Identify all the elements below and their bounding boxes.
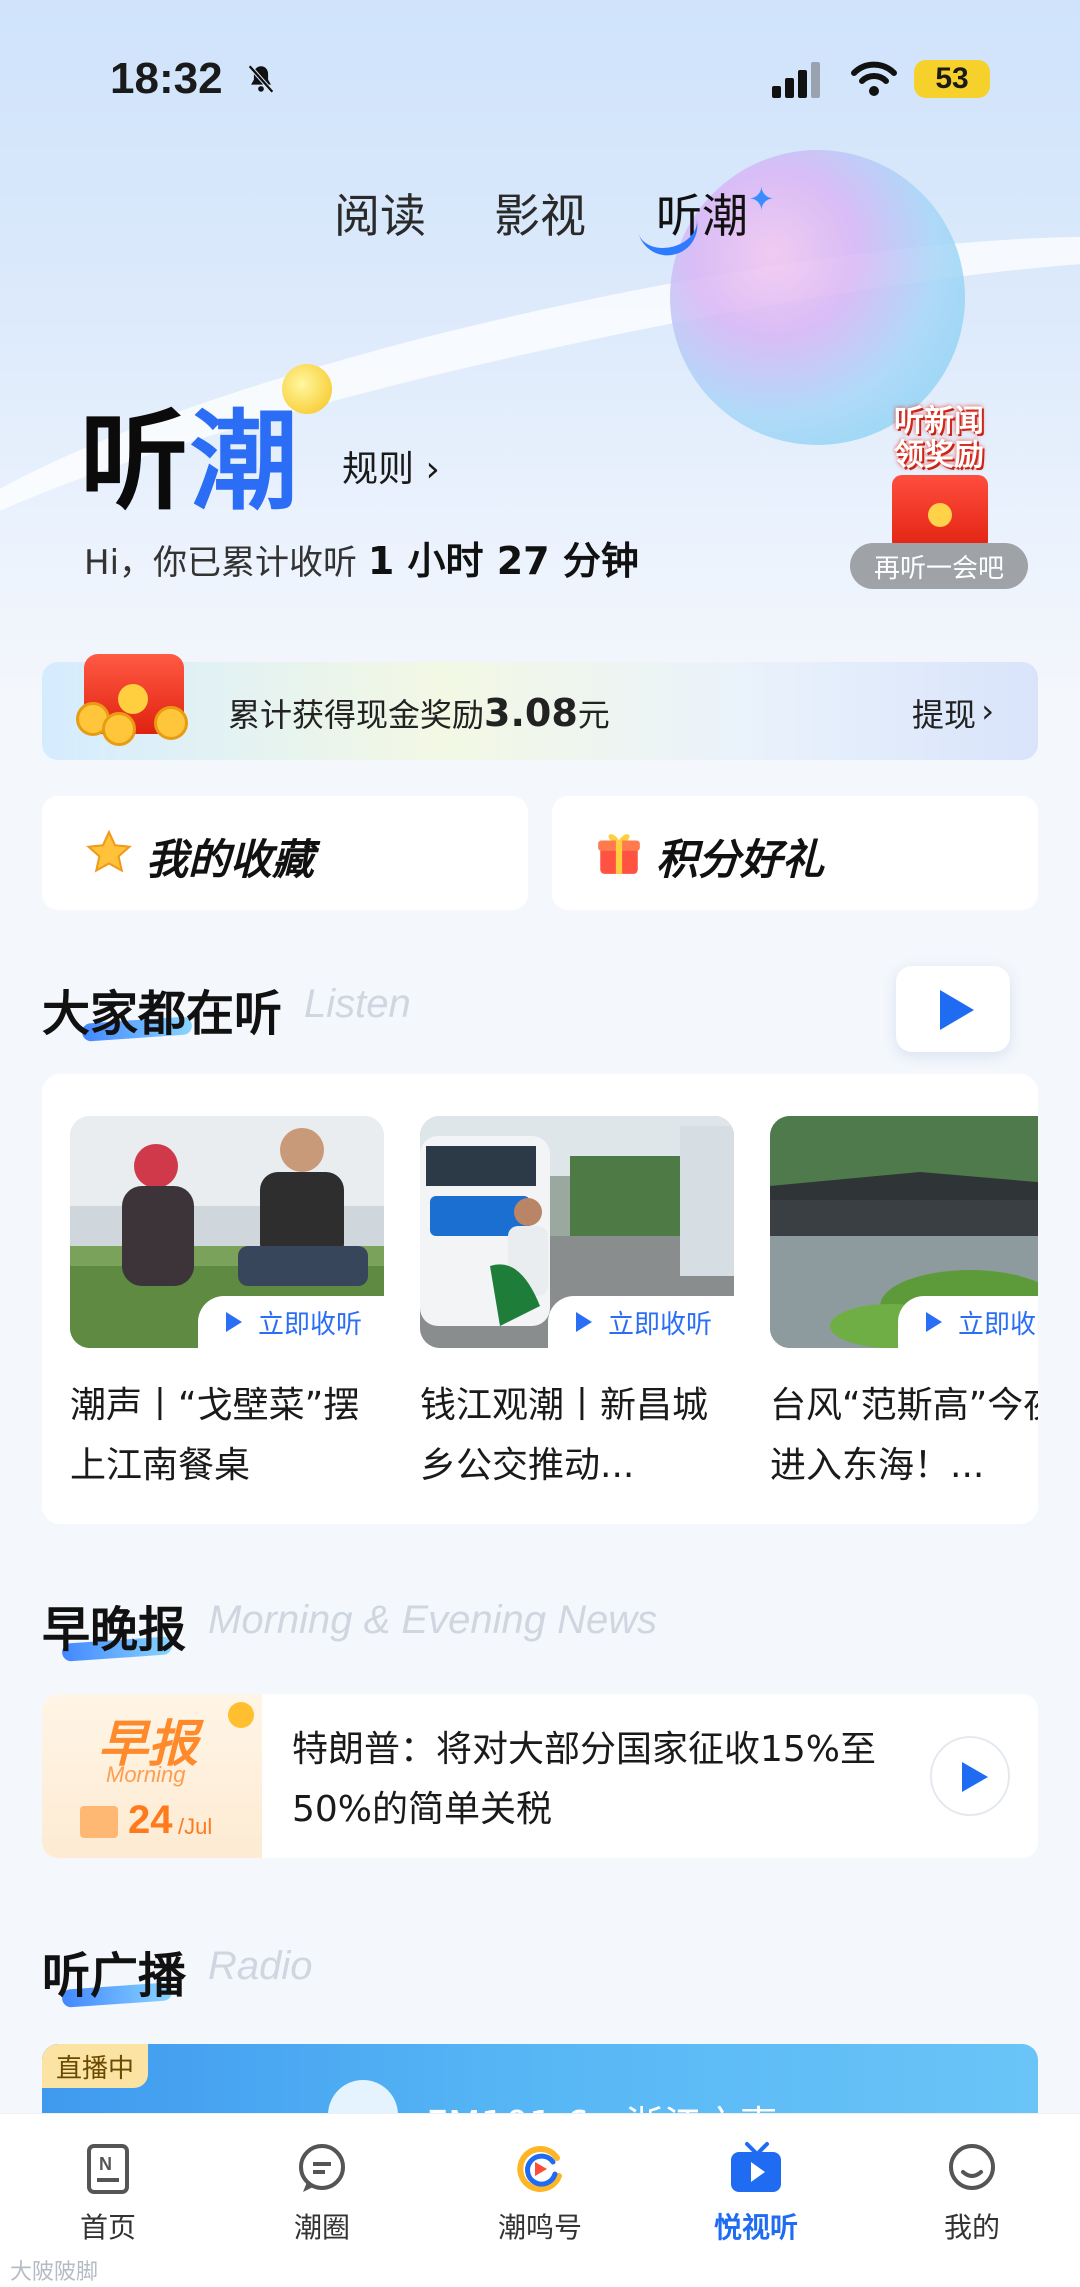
wifi-icon — [851, 61, 897, 96]
cash-reward-label: 累计获得现金奖励3.08元 — [228, 690, 610, 736]
play-all-button[interactable] — [896, 966, 1010, 1052]
gift-icon — [598, 834, 640, 874]
nav-chaoming-label: 潮鸣号 — [497, 2211, 582, 2244]
nav-profile[interactable]: 我的 — [912, 2140, 1032, 2246]
morning-news-card[interactable]: 早报 Morning 24 /Jul 特朗普：将对大部分国家征收15%至50%的… — [42, 1694, 1038, 1858]
cellular-signal-icon — [772, 62, 820, 98]
play-icon — [926, 1312, 942, 1332]
nav-home-label: 首页 — [79, 2211, 136, 2244]
chevron-right-icon: › — [981, 692, 994, 730]
listen-time-summary: Hi，你已累计收听 1 小时 27 分钟 — [84, 530, 639, 585]
cash-reward-text: 累计获得现金奖励 — [228, 696, 485, 734]
bottom-navigation: N 首页 潮圈 潮鸣号 悦视听 我的 — [0, 2113, 1080, 2287]
reward-title: 听新闻 领奖励 — [872, 405, 1006, 473]
badge-subtitle: Morning — [106, 1762, 186, 1787]
news-section-subtitle: Morning & Evening News — [208, 1598, 658, 1642]
listen-now-label: 立即收听 — [958, 1309, 1038, 1340]
nav-audio-video[interactable]: 悦视听 — [696, 2140, 816, 2246]
listen-section-title: 大家都在听 — [42, 986, 283, 1042]
play-icon — [226, 1312, 242, 1332]
listen-now-label: 立即收听 — [608, 1309, 713, 1340]
brand-icon — [511, 2140, 569, 2198]
listen-now-button[interactable]: 立即收听 — [548, 1296, 734, 1348]
star-icon — [86, 829, 132, 873]
radio-section-subtitle: Radio — [208, 1944, 313, 1988]
badge-day: 24 — [128, 1798, 173, 1842]
morning-badge: 早报 Morning 24 /Jul — [42, 1694, 262, 1858]
news-play-button[interactable] — [930, 1736, 1010, 1816]
cash-amount: 3.08 — [484, 691, 578, 735]
page-title-part2: 潮 — [190, 400, 301, 525]
newspaper-icon — [80, 1806, 118, 1838]
cash-reward-bar[interactable]: 累计获得现金奖励3.08元 提现 › — [42, 654, 1038, 760]
svg-text:N: N — [99, 2154, 112, 2174]
top-tab-bar: 阅读 影视 听潮 — [0, 180, 1080, 250]
nav-chaoming[interactable]: 潮鸣号 — [480, 2140, 600, 2246]
points-gift-label: 积分好礼 — [656, 835, 825, 884]
listen-carousel: 立即收听 潮声丨“戈壁菜”摆上江南餐桌 立即收听 钱江观潮丨新昌城乡公交推动..… — [42, 1074, 1038, 1524]
sparkle-icon: ✦ — [748, 180, 775, 218]
listen-now-label: 立即收听 — [258, 1309, 363, 1340]
points-gift-card[interactable]: 积分好礼 — [552, 796, 1038, 910]
listen-reward-widget[interactable]: 听新闻 领奖励 再听一会吧 — [850, 405, 1028, 589]
chat-icon — [293, 2140, 351, 2198]
page-title-part1: 听 — [80, 400, 191, 525]
page-title: 听潮 — [80, 375, 300, 531]
tab-read[interactable]: 阅读 — [334, 180, 426, 246]
listen-now-button[interactable]: 立即收听 — [198, 1296, 384, 1348]
sun-icon — [228, 1702, 254, 1728]
news-headline: 特朗普：将对大部分国家征收15%至50%的简单关税 — [292, 1729, 877, 1830]
reward-button[interactable]: 再听一会吧 — [850, 543, 1028, 589]
favorites-card[interactable]: 我的收藏 — [42, 796, 528, 910]
red-envelope-icon — [76, 644, 192, 746]
news-section-title: 早晚报 — [42, 1602, 187, 1658]
rules-link[interactable]: 规则 › — [342, 440, 440, 492]
listen-section-subtitle: Listen — [304, 982, 411, 1026]
play-icon — [576, 1312, 592, 1332]
live-badge: 直播中 — [42, 2044, 149, 2088]
battery-indicator: 53 — [914, 60, 990, 98]
listened-time: 1 小时 27 分钟 — [367, 539, 639, 583]
nav-home[interactable]: N 首页 — [48, 2140, 168, 2246]
news-caption: 台风“范斯高”今夜进入东海！... — [770, 1385, 1038, 1486]
watermark: 大陂陂脚 — [10, 2260, 99, 2285]
news-caption: 潮声丨“戈壁菜”摆上江南餐桌 — [70, 1385, 360, 1486]
tab-video[interactable]: 影视 — [494, 180, 586, 246]
cash-unit: 元 — [577, 696, 610, 734]
status-bar: 18:32 53 — [0, 0, 1080, 150]
nav-profile-label: 我的 — [943, 2211, 1000, 2244]
red-envelope-icon — [892, 475, 988, 551]
news-icon: N — [79, 2140, 137, 2198]
status-time: 18:32 — [110, 54, 223, 103]
listen-now-button[interactable]: 立即收听 — [898, 1296, 1038, 1348]
nav-audio-video-label: 悦视听 — [713, 2211, 798, 2244]
tv-play-icon — [727, 2140, 785, 2198]
news-caption: 钱江观潮丨新昌城乡公交推动... — [420, 1385, 709, 1486]
greeting-text: Hi，你已累计收听 — [84, 543, 368, 583]
profile-icon — [943, 2140, 1001, 2198]
reward-title-line1: 听新闻 — [894, 404, 984, 439]
reward-title-line2: 领奖励 — [894, 438, 984, 473]
withdraw-button[interactable]: 提现 — [912, 690, 976, 736]
nav-circle-label: 潮圈 — [293, 2211, 350, 2244]
bell-muted-icon — [248, 64, 274, 94]
radio-section-title: 听广播 — [42, 1948, 187, 2004]
badge-month: /Jul — [178, 1814, 213, 1839]
favorites-label: 我的收藏 — [146, 835, 315, 884]
nav-circle[interactable]: 潮圈 — [262, 2140, 382, 2246]
